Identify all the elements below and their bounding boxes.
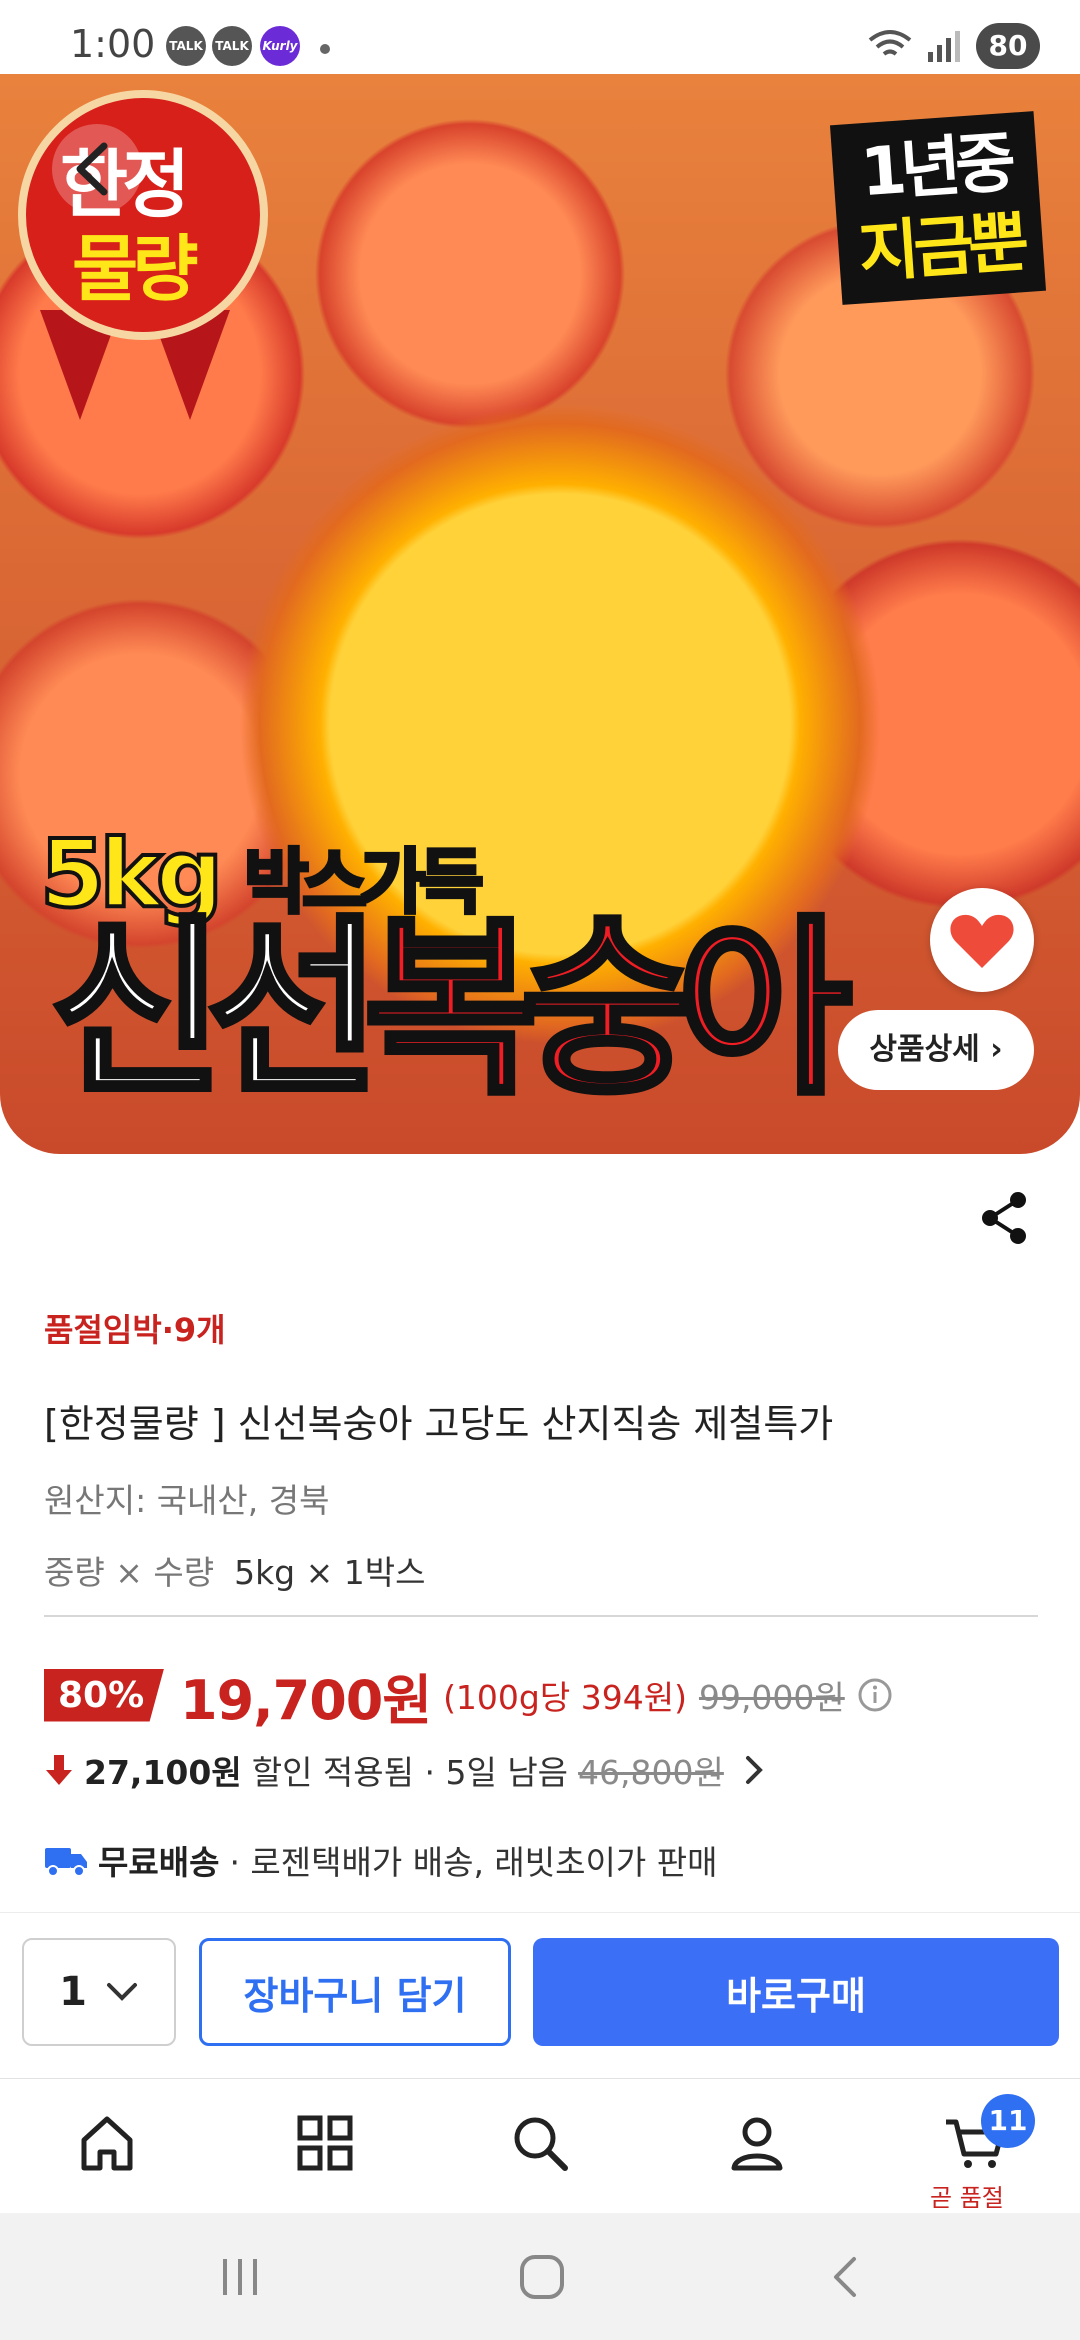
promo-badge: 1년중 지금뿐 [829,111,1047,305]
kakaotalk-notification-icon: TALK [212,26,252,66]
status-time: 1:00 [70,22,156,66]
buy-now-button[interactable]: 바로구매 [533,1938,1059,2046]
chevron-right-icon: › [990,1032,1003,1067]
arrow-down-icon [46,1755,72,1785]
shipping-row: 무료배송 · 로젠택배가 배송, 래빗초이가 판매 [44,1832,717,1888]
product-detail-button[interactable]: 상품상세 › [838,1010,1034,1090]
recent-apps-icon[interactable] [215,2255,265,2299]
my-page-icon[interactable] [722,2108,792,2178]
category-grid-icon[interactable] [290,2108,360,2178]
wishlist-button[interactable] [930,888,1034,992]
search-icon[interactable] [505,2108,575,2178]
hero-title: 신선복숭아 [47,890,855,1130]
battery-indicator: 80 [976,23,1040,69]
cart-count-badge: 11 [981,2094,1035,2148]
chevron-left-icon [76,142,108,196]
wifi-icon [868,30,912,56]
chevron-right-icon [745,1756,763,1784]
product-origin: 원산지: 국내산, 경북 [44,1481,330,1520]
back-button[interactable] [52,124,142,214]
quantity-select[interactable]: 1 [22,1938,176,2046]
cart-status-label: 곧 품절 [930,2184,1004,2212]
coupon-row[interactable]: 27,100원 할인 적용됨 · 5일 남음 46,800원 [44,1742,774,1798]
weight-value: 5kg × 1박스 [234,1553,426,1592]
truck-icon [45,1848,87,1877]
discount-badge: 80% [44,1668,164,1722]
weight-label: 중량 × 수량 [44,1553,215,1592]
unit-price: (100g당 394원) [443,1678,687,1717]
free-shipping-label: 무료배송 [98,1843,220,1882]
divider [44,1615,1038,1617]
chevron-down-icon [106,1983,137,2001]
add-to-cart-button[interactable]: 장바구니 담기 [199,1938,511,2046]
home-button-icon[interactable] [518,2253,566,2301]
home-icon[interactable] [72,2108,142,2178]
kurly-notification-icon: Kurly [260,26,300,66]
promo-badge-line1: 1년중 [857,123,1013,212]
shipping-info: · 로젠택배가 배송, 래빗초이가 판매 [229,1843,718,1882]
original-price: 99,000원 [698,1678,845,1717]
product-weight: 중량 × 수량 5kg × 1박스 [44,1546,425,1594]
stock-status: 품절임박·9개 [44,1311,226,1349]
sale-price: 19,700원 [180,1668,432,1732]
more-notifications-dot-icon [320,44,330,54]
hero-title-red: 복숭아 [361,896,855,1123]
product-detail-label: 상품상세 [869,1032,980,1067]
back-nav-icon[interactable] [826,2253,866,2301]
signal-icon [928,31,960,62]
share-icon[interactable] [980,1190,1030,1246]
coupon-original-price: 46,800원 [578,1753,724,1792]
coupon-discount-amount: 27,100원 [84,1753,242,1792]
hero-title-white: 신선 [47,896,385,1123]
status-indicators: 80 [868,22,1040,70]
info-icon[interactable] [857,1677,893,1713]
product-title: [한정물량 ] 신선복숭아 고당도 산지직송 제철특가 [44,1402,834,1446]
coupon-status: 할인 적용됨 · 5일 남음 [251,1753,569,1792]
heart-icon [950,914,1014,968]
price-row: 80% 19,700원 (100g당 394원) 99,000원 [44,1660,893,1732]
promo-badge-line2: 지금뿐 [856,203,1026,292]
kakaotalk-notification-icon: TALK [166,26,206,66]
quantity-value: 1 [59,1969,87,2015]
seal-text-line2: 물량 [72,227,199,311]
